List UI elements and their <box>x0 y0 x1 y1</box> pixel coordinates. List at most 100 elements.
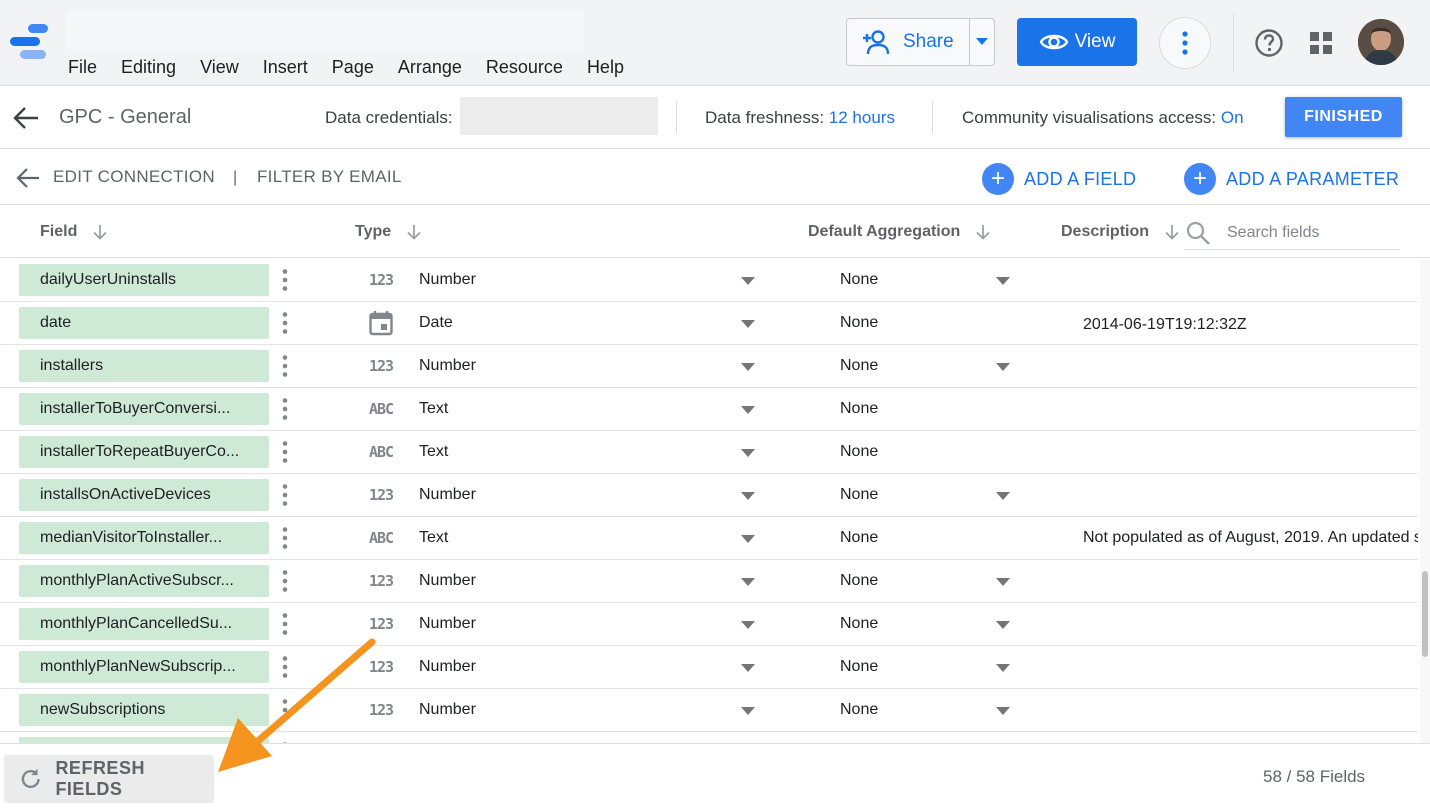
type-dropdown-icon[interactable] <box>741 492 755 500</box>
menu-arrange[interactable]: Arrange <box>386 56 474 78</box>
view-button[interactable]: View <box>1017 18 1137 66</box>
type-dropdown-icon[interactable] <box>741 363 755 371</box>
column-header-type[interactable]: Type <box>355 223 423 241</box>
add-field-button[interactable]: + ADD A FIELD <box>982 163 1136 195</box>
sort-arrow-down-icon[interactable] <box>91 223 109 241</box>
data-source-name[interactable]: GPC - General <box>59 106 191 129</box>
back-arrow-icon[interactable] <box>15 166 41 190</box>
menu-page[interactable]: Page <box>320 56 386 78</box>
type-label: Text <box>419 443 449 460</box>
sort-arrow-down-icon[interactable] <box>1163 223 1181 241</box>
field-name-chip[interactable]: monthlyPlanNewSubscrip... <box>19 651 269 683</box>
field-name-chip[interactable]: installers <box>19 350 269 382</box>
menu-help[interactable]: Help <box>575 56 636 78</box>
type-dropdown-icon[interactable] <box>741 664 755 672</box>
menu-insert[interactable]: Insert <box>251 56 320 78</box>
field-menu-icon[interactable] <box>278 397 292 421</box>
column-header-field[interactable]: Field <box>40 223 109 241</box>
menu-resource[interactable]: Resource <box>474 56 575 78</box>
aggregation-label: None <box>840 357 879 374</box>
type-dropdown-icon[interactable] <box>741 707 755 715</box>
field-menu-icon[interactable] <box>278 354 292 378</box>
search-fields-input[interactable] <box>1227 223 1387 242</box>
field-name-chip[interactable]: installsOnActiveDevices <box>19 479 269 511</box>
type-dropdown-icon[interactable] <box>741 320 755 328</box>
description-text[interactable]: 2014-06-19T19:12:32Z <box>1083 316 1247 334</box>
sort-arrow-down-icon[interactable] <box>974 223 992 241</box>
field-menu-icon[interactable] <box>278 526 292 550</box>
menu-editing[interactable]: Editing <box>109 56 188 78</box>
sort-arrow-down-icon[interactable] <box>405 223 423 241</box>
description-text[interactable]: Not populated as of August, 2019. An upd… <box>1083 529 1418 547</box>
number-type-icon: 123 <box>368 572 394 590</box>
share-dropdown-button[interactable] <box>970 19 994 65</box>
field-name-chip[interactable]: installerToBuyerConversi... <box>19 393 269 425</box>
field-menu-icon[interactable] <box>278 311 292 335</box>
field-name-chip[interactable]: installerToRepeatBuyerCo... <box>19 436 269 468</box>
aggregation-label: None <box>840 615 879 632</box>
aggregation-dropdown-icon[interactable] <box>996 707 1010 715</box>
edit-connection-link[interactable]: EDIT CONNECTION <box>53 167 215 187</box>
vertical-scrollbar[interactable] <box>1420 259 1430 743</box>
community-link[interactable]: On <box>1221 108 1244 127</box>
type-dropdown-icon[interactable] <box>741 277 755 285</box>
menu-view[interactable]: View <box>188 56 251 78</box>
field-menu-icon[interactable] <box>278 569 292 593</box>
refresh-fields-button[interactable]: REFRESH FIELDS <box>4 755 214 803</box>
field-name-chip[interactable]: medianVisitorToInstaller... <box>19 522 269 554</box>
menu-file[interactable]: File <box>56 56 109 78</box>
report-title-field[interactable] <box>66 10 584 50</box>
search-fields <box>1185 216 1399 250</box>
share-main-button[interactable]: Share <box>847 19 970 65</box>
field-name-chip[interactable]: monthlyPlanCancelledSu... <box>19 608 269 640</box>
type-label: Number <box>419 271 476 288</box>
more-vert-icon <box>1182 31 1188 55</box>
finished-button[interactable]: FINISHED <box>1285 97 1402 137</box>
aggregation-dropdown-icon[interactable] <box>996 492 1010 500</box>
aggregation-dropdown-icon[interactable] <box>996 578 1010 586</box>
aggregation-dropdown-icon[interactable] <box>996 363 1010 371</box>
type-dropdown-icon[interactable] <box>741 535 755 543</box>
column-header-aggregation[interactable]: Default Aggregation <box>808 223 992 241</box>
type-dropdown-icon[interactable] <box>741 578 755 586</box>
aggregation-label: None <box>840 572 879 589</box>
field-name-chip[interactable]: date <box>19 307 269 339</box>
scrollbar-thumb[interactable] <box>1422 571 1428 657</box>
aggregation-label: None <box>840 658 879 675</box>
field-menu-icon[interactable] <box>278 612 292 636</box>
column-header-description[interactable]: Description <box>1061 223 1181 241</box>
aggregation-dropdown-icon[interactable] <box>996 277 1010 285</box>
share-button[interactable]: Share <box>846 18 995 66</box>
aggregation-label: None <box>840 486 879 503</box>
help-icon[interactable] <box>1254 28 1284 58</box>
field-name-chip[interactable]: monthlyPlanActiveSubscr... <box>19 565 269 597</box>
filter-by-email-link[interactable]: FILTER BY EMAIL <box>257 167 402 187</box>
aggregation-dropdown-icon[interactable] <box>996 621 1010 629</box>
aggregation-label: None <box>840 271 879 288</box>
toolbar-divider <box>932 101 933 133</box>
field-menu-icon[interactable] <box>278 655 292 679</box>
freshness-link[interactable]: 12 hours <box>829 108 895 127</box>
field-name-chip[interactable]: newSubscriptions <box>19 694 269 726</box>
header-divider <box>1233 12 1234 72</box>
user-avatar[interactable] <box>1358 19 1404 65</box>
field-menu-icon[interactable] <box>278 440 292 464</box>
type-dropdown-icon[interactable] <box>741 406 755 414</box>
text-type-icon: ABC <box>368 443 394 461</box>
field-name-chip[interactable]: dailyUserUninstalls <box>19 264 269 296</box>
aggregation-dropdown-icon[interactable] <box>996 664 1010 672</box>
more-options-button[interactable] <box>1159 17 1211 69</box>
add-parameter-button[interactable]: + ADD A PARAMETER <box>1184 163 1399 195</box>
type-dropdown-icon[interactable] <box>741 449 755 457</box>
field-menu-icon[interactable] <box>278 268 292 292</box>
type-dropdown-icon[interactable] <box>741 621 755 629</box>
back-arrow-icon[interactable] <box>12 105 40 131</box>
table-header: Field Type Default Aggregation Descripti… <box>0 206 1430 258</box>
field-menu-icon[interactable] <box>278 483 292 507</box>
aggregation-label: None <box>840 529 879 546</box>
apps-grid-icon[interactable] <box>1308 30 1334 56</box>
type-label: Number <box>419 357 476 374</box>
data-studio-logo-icon[interactable] <box>8 22 52 62</box>
field-menu-icon[interactable] <box>278 698 292 722</box>
credentials-value[interactable] <box>460 97 658 135</box>
